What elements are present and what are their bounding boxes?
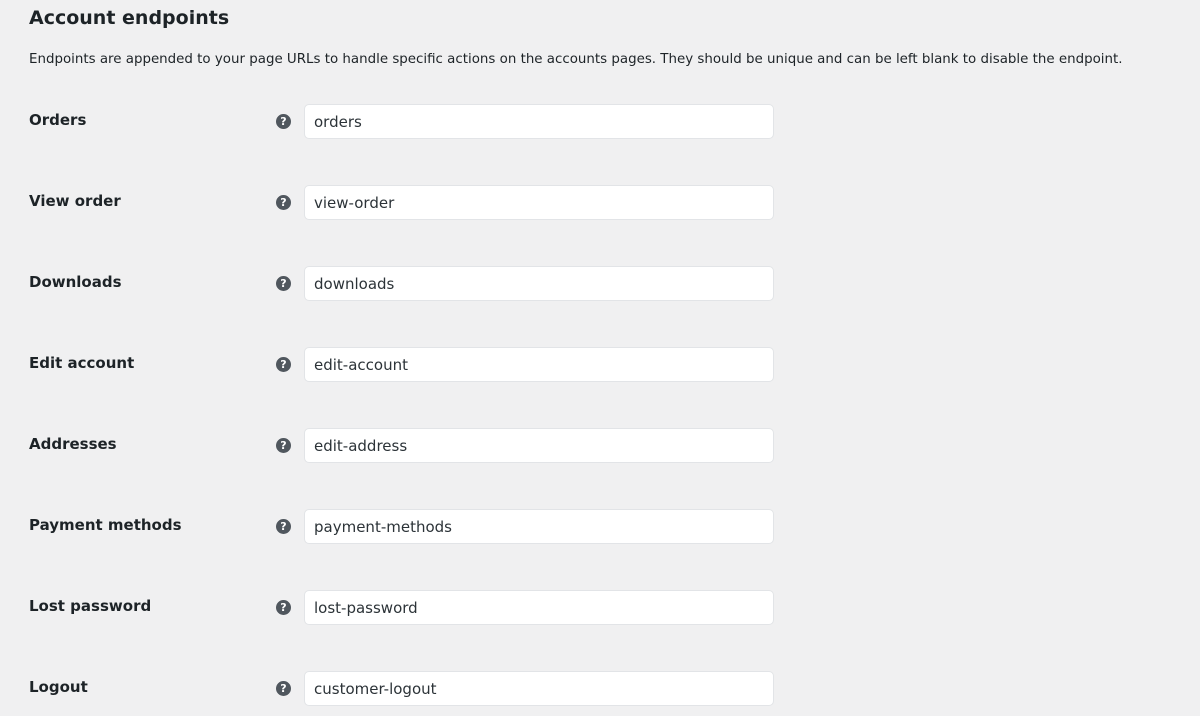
help-icon[interactable]: ? xyxy=(276,114,291,129)
endpoint-label: Edit account xyxy=(29,354,135,372)
endpoint-label: View order xyxy=(29,192,121,210)
endpoint-row-logout: Logout ? xyxy=(0,671,1200,711)
help-icon[interactable]: ? xyxy=(276,681,291,696)
endpoint-row-view-order: View order ? xyxy=(0,185,1200,225)
help-icon[interactable]: ? xyxy=(276,438,291,453)
view-order-endpoint-input[interactable] xyxy=(304,185,774,220)
endpoint-label: Logout xyxy=(29,678,88,696)
endpoint-row-edit-account: Edit account ? xyxy=(0,347,1200,387)
help-icon[interactable]: ? xyxy=(276,276,291,291)
payment-methods-endpoint-input[interactable] xyxy=(304,509,774,544)
lost-password-endpoint-input[interactable] xyxy=(304,590,774,625)
endpoint-row-downloads: Downloads ? xyxy=(0,266,1200,306)
endpoint-label: Lost password xyxy=(29,597,152,615)
help-icon[interactable]: ? xyxy=(276,357,291,372)
endpoint-settings-list: Orders ? View order ? Downloads ? Edit a… xyxy=(0,0,1200,716)
orders-endpoint-input[interactable] xyxy=(304,104,774,139)
logout-endpoint-input[interactable] xyxy=(304,671,774,706)
endpoint-row-lost-password: Lost password ? xyxy=(0,590,1200,630)
help-icon[interactable]: ? xyxy=(276,519,291,534)
endpoint-row-addresses: Addresses ? xyxy=(0,428,1200,468)
endpoint-row-payment-methods: Payment methods ? xyxy=(0,509,1200,549)
endpoint-label: Addresses xyxy=(29,435,117,453)
endpoint-row-orders: Orders ? xyxy=(0,104,1200,144)
edit-account-endpoint-input[interactable] xyxy=(304,347,774,382)
endpoint-label: Downloads xyxy=(29,273,122,291)
endpoint-label: Orders xyxy=(29,111,87,129)
addresses-endpoint-input[interactable] xyxy=(304,428,774,463)
help-icon[interactable]: ? xyxy=(276,195,291,210)
help-icon[interactable]: ? xyxy=(276,600,291,615)
endpoint-label: Payment methods xyxy=(29,516,182,534)
downloads-endpoint-input[interactable] xyxy=(304,266,774,301)
